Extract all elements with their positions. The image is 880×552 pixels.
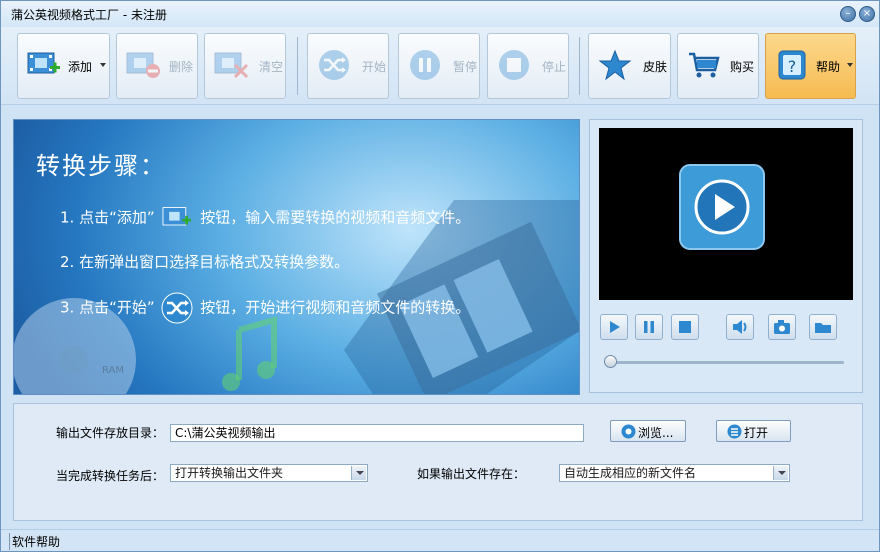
pause-icon xyxy=(644,321,654,333)
buy-label: 购买 xyxy=(730,60,755,74)
skin-label: 皮肤 xyxy=(643,60,668,74)
step-1: 1. 点击“添加” 按钮，输入需要转换的视频和音频文件。 xyxy=(60,204,470,232)
add-button[interactable]: 添加 xyxy=(17,33,110,99)
big-play-icon[interactable] xyxy=(679,164,765,250)
browse-button[interactable]: 浏览... xyxy=(610,420,686,442)
toolbar: 添加 删除 清空 开始 暂停 停止 皮肤 购买 ? 帮助 xyxy=(1,27,879,105)
step-3-text-a: 3. 点击“开始” xyxy=(60,298,155,317)
step-3: 3. 点击“开始” 按钮，开始进行视频和音频文件的转换。 xyxy=(60,292,470,324)
chevron-down-icon[interactable] xyxy=(351,466,366,480)
film-add-icon xyxy=(27,52,60,74)
progress-track[interactable] xyxy=(606,361,844,364)
film-add-icon xyxy=(162,207,192,226)
main-window: 蒲公英视频格式工厂 - 未注册 – × 添加 删除 清空 开始 暂停 停止 皮肤… xyxy=(0,0,880,552)
snapshot-button[interactable] xyxy=(768,314,796,340)
help-icon: ? xyxy=(778,50,806,80)
output-settings-panel: 输出文件存放目录： C:\蒲公英视频输出 浏览... 打开 当完成转换任务后： … xyxy=(13,403,863,521)
add-label: 添加 xyxy=(68,60,93,74)
play-icon xyxy=(610,321,620,333)
speaker-icon xyxy=(733,320,747,334)
preview-player xyxy=(589,119,863,393)
shopping-cart-icon xyxy=(689,52,720,78)
clear-button[interactable]: 清空 xyxy=(204,33,286,99)
window-title: 蒲公英视频格式工厂 - 未注册 xyxy=(11,8,167,22)
stop-icon xyxy=(499,50,529,80)
start-label: 开始 xyxy=(362,60,387,74)
shuffle-icon xyxy=(161,292,193,324)
steps-title: 转换步骤： xyxy=(36,152,166,180)
camera-icon xyxy=(774,320,790,334)
volume-button[interactable] xyxy=(726,314,754,340)
pause-button[interactable]: 暂停 xyxy=(398,33,480,99)
open-label: 打开 xyxy=(744,426,769,440)
open-icon xyxy=(727,424,742,439)
step-3-text-b: 按钮，开始进行视频和音频文件的转换。 xyxy=(200,298,471,317)
stop-label: 停止 xyxy=(542,60,567,74)
shuffle-icon xyxy=(319,50,349,80)
pause-icon xyxy=(410,50,440,80)
start-button[interactable]: 开始 xyxy=(307,33,389,99)
after-task-select[interactable]: 打开转换输出文件夹 xyxy=(170,464,368,482)
buy-button[interactable]: 购买 xyxy=(677,33,759,99)
toolbar-divider xyxy=(297,37,298,95)
disc-label: RAM xyxy=(102,365,125,376)
delete-label: 删除 xyxy=(169,60,194,74)
film-delete-icon xyxy=(126,52,160,78)
progress-thumb[interactable] xyxy=(604,355,617,368)
step-2: 2. 在新弹出窗口选择目标格式及转换参数。 xyxy=(60,253,350,271)
skin-button[interactable]: 皮肤 xyxy=(588,33,671,99)
film-clear-icon xyxy=(214,52,249,79)
stop-button[interactable]: 停止 xyxy=(487,33,569,99)
minimize-button[interactable]: – xyxy=(840,6,856,22)
status-bar: 软件帮助 xyxy=(1,529,879,551)
chevron-down-icon xyxy=(847,63,853,67)
title-bar: 蒲公英视频格式工厂 - 未注册 – × xyxy=(1,1,879,27)
file-exists-value: 自动生成相应的新文件名 xyxy=(564,466,697,480)
folder-icon xyxy=(815,323,831,333)
file-exists-select[interactable]: 自动生成相应的新文件名 xyxy=(559,464,790,482)
pause-label: 暂停 xyxy=(453,60,478,74)
output-dir-label: 输出文件存放目录： xyxy=(56,426,165,440)
step-1-text-a: 1. 点击“添加” xyxy=(60,208,155,227)
conversion-steps-banner: RAM 转换步骤： 1. 点击“添加” 按钮，输入需要转换的视频和音频文件。 2… xyxy=(13,119,580,395)
step-1-text-b: 按钮，输入需要转换的视频和音频文件。 xyxy=(200,208,471,227)
help-label: 帮助 xyxy=(816,60,841,74)
pause-player-button[interactable] xyxy=(635,314,663,340)
stop-icon xyxy=(679,321,691,333)
clear-label: 清空 xyxy=(259,60,284,74)
svg-text:?: ? xyxy=(788,57,797,76)
chevron-down-icon xyxy=(100,63,106,67)
play-button[interactable] xyxy=(600,314,628,340)
after-task-value: 打开转换输出文件夹 xyxy=(175,466,284,480)
delete-button[interactable]: 删除 xyxy=(116,33,198,99)
help-button[interactable]: ? 帮助 xyxy=(765,33,856,99)
open-folder-button[interactable] xyxy=(809,314,837,340)
video-screen xyxy=(599,128,853,300)
browse-icon xyxy=(621,424,636,439)
after-task-label: 当完成转换任务后： xyxy=(56,469,165,483)
stop-player-button[interactable] xyxy=(671,314,699,340)
close-button[interactable]: × xyxy=(859,6,875,22)
open-button[interactable]: 打开 xyxy=(716,420,791,442)
toolbar-divider xyxy=(579,37,580,95)
star-icon xyxy=(598,49,632,81)
file-exists-label: 如果输出文件存在： xyxy=(417,467,526,481)
browse-label: 浏览... xyxy=(638,426,674,440)
chevron-down-icon[interactable] xyxy=(773,466,788,480)
status-text[interactable]: 软件帮助 xyxy=(9,533,60,550)
output-dir-input[interactable]: C:\蒲公英视频输出 xyxy=(170,424,584,442)
